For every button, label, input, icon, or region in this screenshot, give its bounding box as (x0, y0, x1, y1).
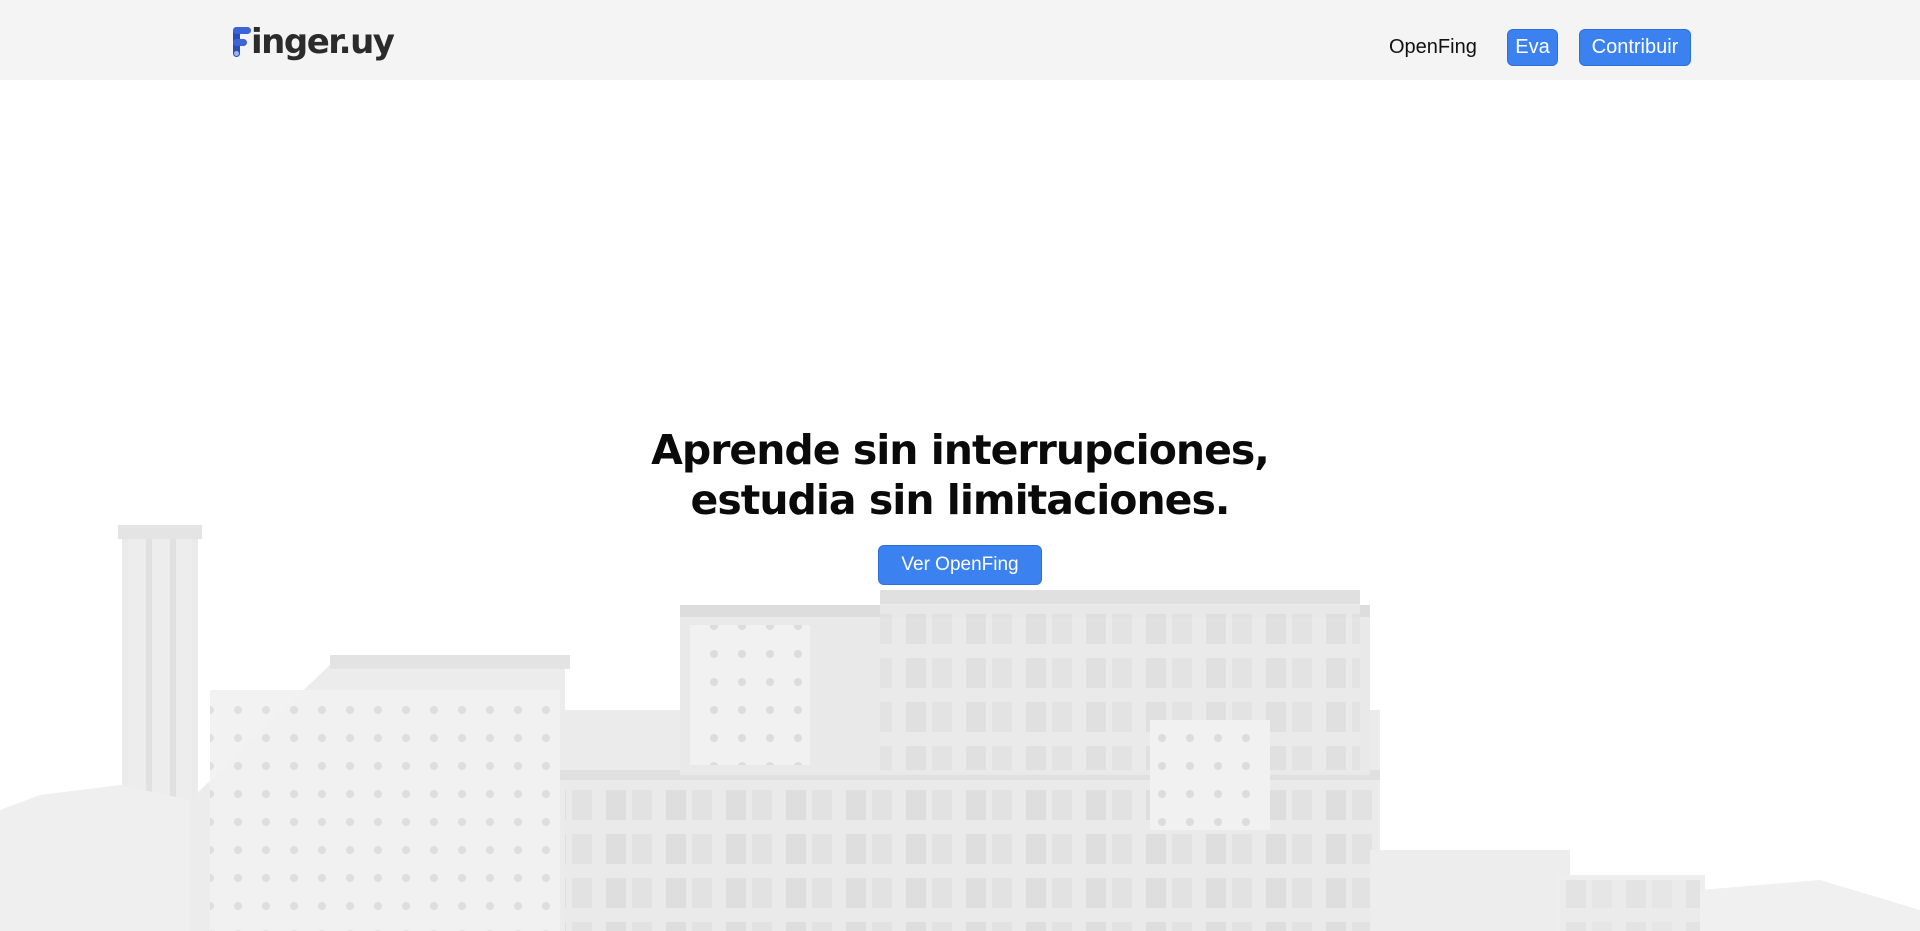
nav-link-openfing[interactable]: OpenFing (1389, 36, 1477, 59)
navbar: inger.uy OpenFing Eva Contribuir (0, 0, 1920, 80)
hero-section: Aprende sin interrupciones, estudia sin … (0, 425, 1920, 585)
eva-button[interactable]: Eva (1507, 29, 1558, 66)
hero-headline: Aprende sin interrupciones, estudia sin … (0, 425, 1920, 525)
hero-headline-line1: Aprende sin interrupciones, (651, 426, 1270, 474)
site-logo[interactable]: inger.uy (233, 20, 395, 64)
finger-logo-icon (233, 25, 251, 59)
ver-openfing-button[interactable]: Ver OpenFing (878, 545, 1042, 585)
contribuir-button[interactable]: Contribuir (1579, 29, 1691, 66)
hero-headline-line2: estudia sin limitaciones. (690, 476, 1231, 524)
logo-text: inger.uy (251, 22, 395, 62)
